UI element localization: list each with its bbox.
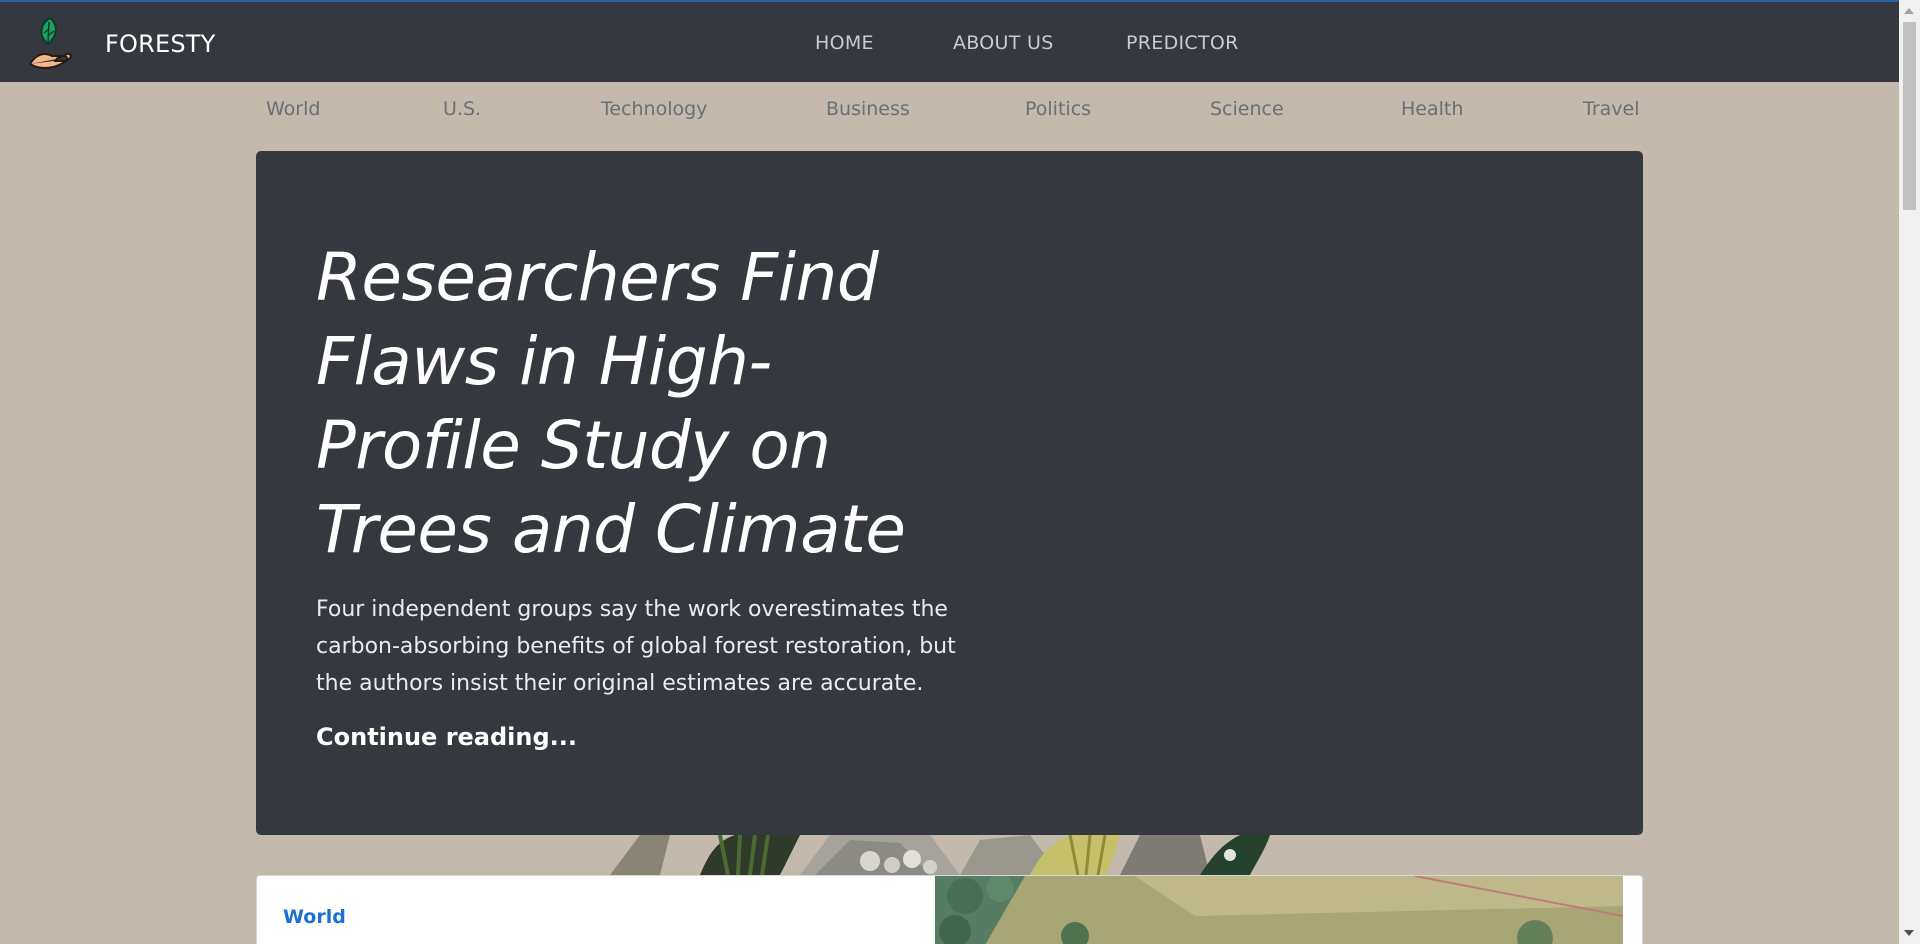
top-navbar: FORESTY HOME ABOUT US PREDICTOR: [0, 0, 1899, 82]
hero-title: Researchers Find Flaws in High-Profile S…: [316, 239, 906, 568]
forest-aerial-photo[interactable]: [935, 876, 1623, 944]
continue-reading-link[interactable]: Continue reading...: [316, 723, 577, 751]
decorative-plants-image: [610, 835, 1270, 875]
category-nav: World U.S. Technology Business Politics …: [0, 98, 1899, 128]
category-health[interactable]: Health: [1401, 98, 1463, 120]
category-technology[interactable]: Technology: [601, 98, 707, 120]
category-business[interactable]: Business: [826, 98, 910, 120]
nav-home[interactable]: HOME: [815, 32, 874, 54]
hero-jumbotron: Researchers Find Flaws in High-Profile S…: [256, 151, 1643, 835]
category-us[interactable]: U.S.: [443, 98, 481, 120]
nav-predictor[interactable]: PREDICTOR: [1126, 32, 1239, 54]
page-scrollbar[interactable]: [1899, 0, 1920, 944]
main-nav: HOME ABOUT US PREDICTOR: [0, 32, 1899, 62]
nav-about-us[interactable]: ABOUT US: [953, 32, 1054, 54]
category-science[interactable]: Science: [1210, 98, 1284, 120]
category-politics[interactable]: Politics: [1025, 98, 1091, 120]
scroll-down-icon[interactable]: [1904, 930, 1914, 936]
scroll-up-icon[interactable]: [1904, 8, 1914, 14]
featured-article-card[interactable]: World: [256, 875, 1643, 944]
hero-lead: Four independent groups say the work ove…: [316, 597, 956, 696]
scroll-thumb[interactable]: [1903, 22, 1916, 210]
category-travel[interactable]: Travel: [1583, 98, 1639, 120]
card-category[interactable]: World: [283, 906, 346, 928]
category-world[interactable]: World: [266, 98, 320, 120]
